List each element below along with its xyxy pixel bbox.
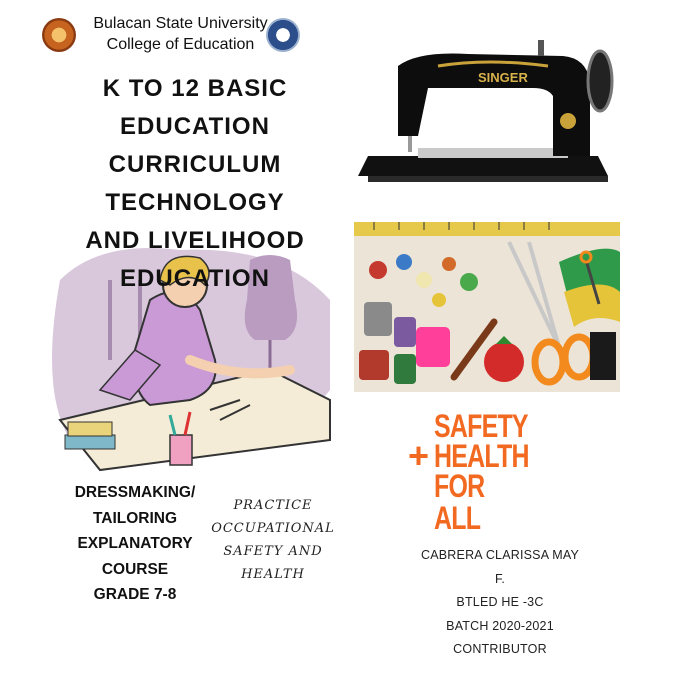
title-line: EDUCATION — [120, 265, 270, 292]
contributor-line: BTLED HE -3C — [456, 595, 544, 609]
practice-subtitle: PRACTICE OCCUPATIONAL SAFETY AND HEALTH — [203, 494, 343, 586]
course-line: EXPLANATORY — [77, 535, 193, 552]
course-line: GRADE 7-8 — [93, 586, 177, 603]
title-line: EDUCATION — [120, 113, 270, 140]
safety-logo-plus: + — [408, 435, 430, 476]
sewing-tools-image — [354, 222, 620, 392]
title-line: TECHNOLOGY — [105, 189, 285, 216]
college-seal-logo — [266, 18, 300, 52]
contributor-line: F. — [494, 571, 506, 586]
university-seal-logo — [42, 18, 76, 52]
title-line: AND LIVELIHOOD — [85, 227, 305, 254]
curriculum-title: K TO 12 BASIC EDUCATION CURRICULUM TECHN… — [50, 70, 340, 298]
sewing-machine-image: SINGER — [358, 40, 614, 182]
practice-line: HEALTH — [241, 567, 305, 582]
contributor-info: CABRERA CLARISSA MAY F. BTLED HE -3C BAT… — [405, 544, 595, 662]
machine-brand-label: SINGER — [478, 70, 528, 85]
safety-logo-line: FOR ALL — [434, 468, 485, 536]
contributor-line: CABRERA CLARISSA MAY — [421, 548, 579, 562]
practice-line: PRACTICE — [233, 498, 313, 513]
title-line: K TO 12 BASIC — [102, 75, 288, 102]
practice-line: OCCUPATIONAL — [211, 521, 335, 536]
course-title: DRESSMAKING/ TAILORING EXPLANATORY COURS… — [55, 480, 215, 608]
university-name: Bulacan State University — [93, 15, 268, 32]
course-line: COURSE — [101, 560, 169, 578]
college-name: College of Education — [106, 36, 255, 53]
course-line: DRESSMAKING/ — [74, 484, 196, 501]
course-line: TAILORING — [92, 509, 178, 527]
practice-line: SAFETY AND — [223, 544, 323, 559]
title-line: CURRICULUM — [108, 151, 282, 178]
contributor-line: CONTRIBUTOR — [453, 642, 547, 656]
contributor-line: BATCH 2020-2021 — [446, 618, 554, 633]
